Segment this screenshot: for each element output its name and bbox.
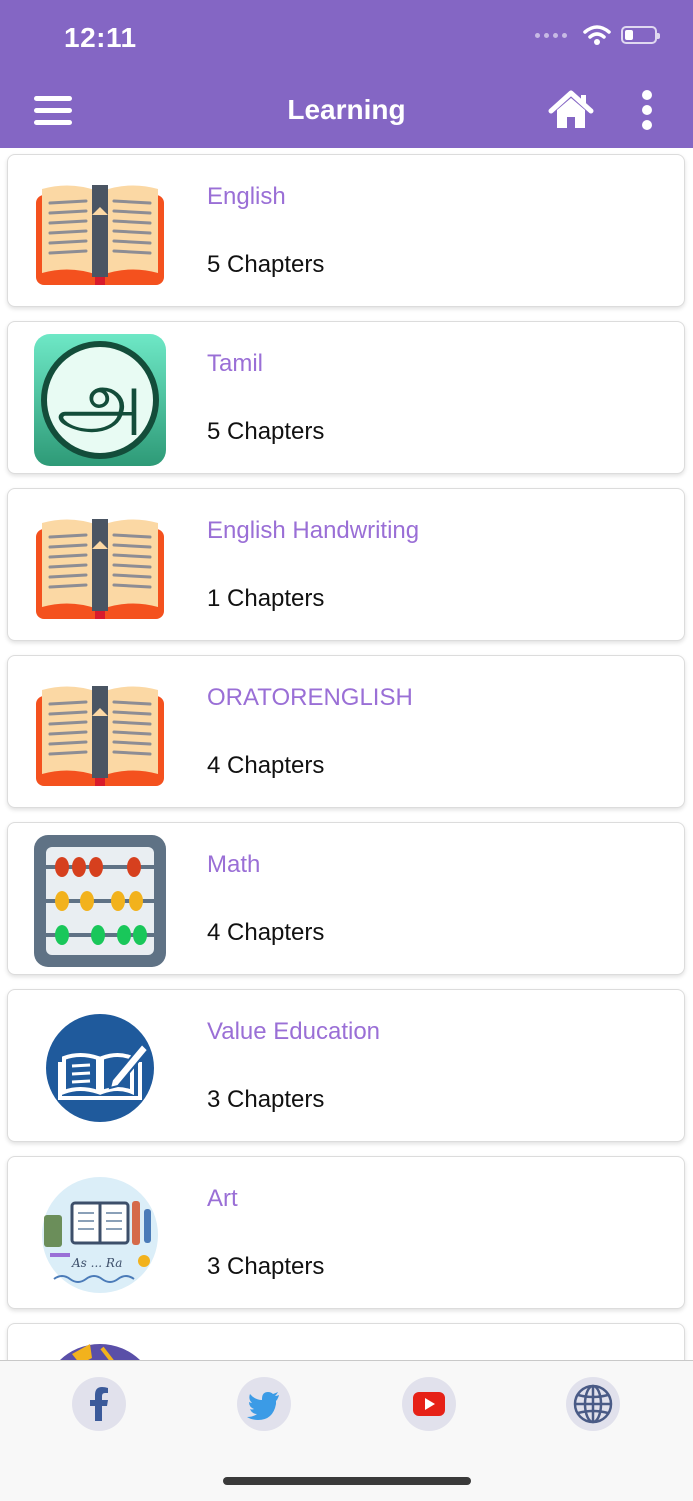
subject-title: Value Education [207,1018,381,1045]
chapter-count: 4 Chapters [207,919,325,946]
twitter-icon[interactable] [237,1377,291,1431]
tamil-letter-icon: அ [34,334,166,466]
status-time: 12:11 [64,22,137,53]
subject-card-tamil[interactable]: அ Tamil 5 Chapters [7,321,685,474]
subject-title: English Handwriting [207,517,420,544]
subject-thumbnail-icon [60,1344,140,1360]
more-options-icon[interactable] [640,90,654,134]
subject-title: English [207,183,286,210]
subject-card-oratorenglish[interactable]: ORATORENGLISH 4 Chapters [7,655,685,808]
svg-text:As ... Ra: As ... Ra [71,1256,122,1270]
open-book-icon [36,519,164,619]
subject-card-value-education[interactable]: Value Education 3 Chapters [7,989,685,1142]
battery-icon [621,26,660,44]
subject-title: ORATORENGLISH [207,684,413,711]
subject-title: Math [207,851,261,878]
abacus-icon [34,835,166,967]
open-book-icon [36,686,164,786]
chapter-count: 3 Chapters [207,1086,325,1113]
subject-card-math[interactable]: Math 4 Chapters [7,822,685,975]
subject-title: Tamil [207,350,264,377]
open-book-icon [36,185,164,285]
book-pen-icon [46,1014,154,1122]
facebook-icon[interactable] [72,1377,126,1431]
globe-icon[interactable] [566,1377,620,1431]
subject-title: Art [207,1185,238,1212]
youtube-icon[interactable] [402,1377,456,1431]
chapter-count: 4 Chapters [207,752,325,779]
subject-list: English 5 Chapters அ Tamil 5 Chapters En… [0,148,693,1360]
status-icons [535,24,660,46]
svg-text:அ: அ [57,355,144,445]
home-indicator [223,1477,471,1485]
chapter-count: 3 Chapters [207,1253,325,1280]
subject-card-art[interactable]: As ... Ra Art 3 Chapters [7,1156,685,1309]
chapter-count: 5 Chapters [207,251,325,278]
subject-card-partial[interactable] [7,1323,685,1360]
chapter-count: 5 Chapters [207,418,325,445]
art-supplies-icon: As ... Ra [42,1177,158,1293]
cellular-signal-icon [535,32,567,38]
subject-card-english[interactable]: English 5 Chapters [7,154,685,307]
app-header: 12:11 Learning [0,0,693,148]
home-icon[interactable] [548,90,594,130]
subject-card-english-handwriting[interactable]: English Handwriting 1 Chapters [7,488,685,641]
wifi-icon [583,25,611,45]
chapter-count: 1 Chapters [207,585,325,612]
